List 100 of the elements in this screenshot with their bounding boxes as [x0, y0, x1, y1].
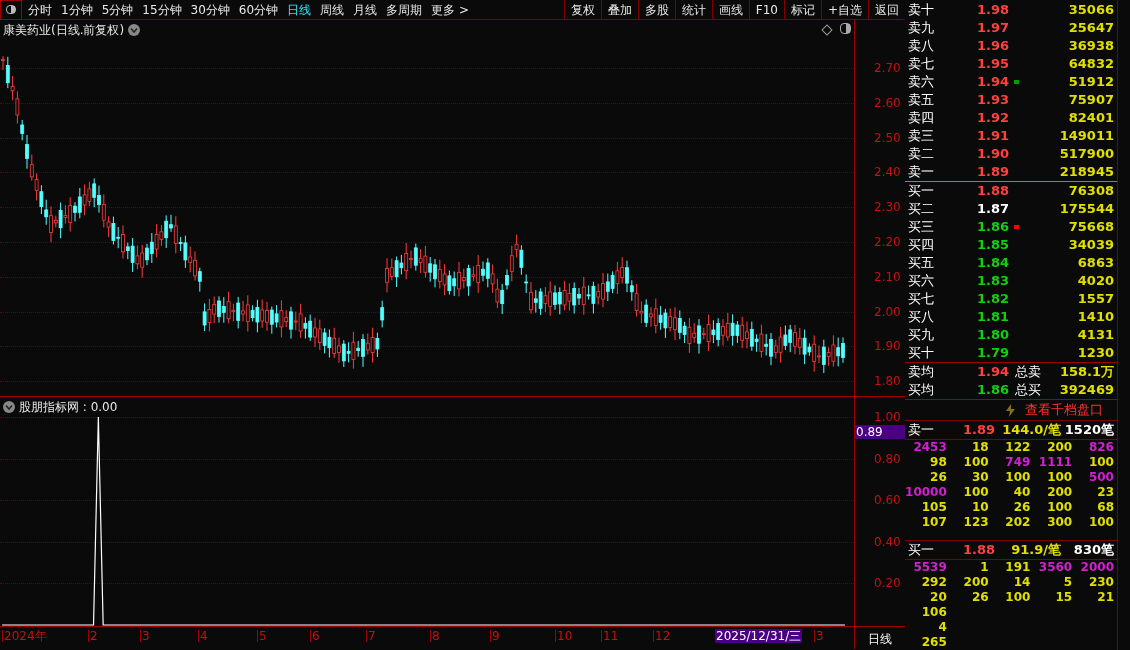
order-size: 1	[979, 560, 989, 575]
average-price: 1.94	[975, 363, 1009, 382]
order-size: 26	[970, 590, 989, 605]
level-price: 1.93	[975, 91, 1009, 110]
toolbar-button[interactable]: F10	[748, 0, 784, 19]
chart-title: 康美药业(日线.前复权)	[3, 22, 125, 39]
period-tab[interactable]: 1分钟	[61, 0, 93, 19]
order-size: 826	[1087, 440, 1114, 455]
level-price: 1.94	[975, 73, 1009, 92]
order-size: 26	[1012, 500, 1031, 515]
period-tab[interactable]: 月线	[353, 0, 378, 19]
level-label: 买三	[907, 218, 935, 237]
period-tab[interactable]: 15分钟	[142, 0, 182, 19]
thousand-book-button[interactable]: 查看千档盘口	[1025, 400, 1103, 420]
level-volume: 75668	[1068, 218, 1115, 237]
order-size: 100	[1046, 470, 1073, 485]
order-size: 2000	[1079, 560, 1114, 575]
price-axis-label: 2.70	[874, 62, 901, 74]
period-tab[interactable]: 周线	[320, 0, 345, 19]
order-size: 292	[920, 575, 947, 590]
level-price: 1.97	[975, 19, 1009, 38]
panel-toggle-icon[interactable]	[0, 0, 22, 20]
panel-toggle-icon[interactable]	[840, 23, 851, 34]
order-size: 200	[1046, 485, 1073, 500]
order-size: 4	[937, 620, 947, 635]
indicator-title: 股朋指标网 : 0.00	[19, 399, 118, 416]
level-label: 买十	[907, 344, 935, 363]
order-size: 10000	[905, 485, 947, 500]
order-size: 26	[929, 470, 947, 485]
total-value: 158.1万	[1059, 363, 1115, 382]
price-axis-label: 1.80	[874, 375, 901, 388]
level-label: 买七	[907, 290, 935, 309]
period-tab[interactable]: 30分钟	[190, 0, 230, 19]
level-label: 买六	[907, 272, 935, 291]
toolbar-button[interactable]: +自选	[820, 0, 868, 19]
level-volume: 34039	[1068, 236, 1115, 255]
dropdown-icon[interactable]	[128, 24, 141, 36]
price-axis-label: 2.50	[874, 131, 901, 144]
price-axis-label: 2.60	[874, 96, 901, 109]
price-axis-label: 2.00	[874, 305, 901, 318]
indicator-axis-label: 0.80	[874, 452, 901, 465]
level-volume: 175544	[1059, 200, 1115, 219]
dropdown-icon[interactable]	[3, 401, 15, 413]
average-per-order: 91.9/笔	[1010, 541, 1061, 560]
order-size: 300	[1046, 515, 1073, 530]
toolbar-button[interactable]: 复权	[563, 0, 601, 19]
toolbar-button[interactable]: 叠加	[600, 0, 638, 19]
average-per-order: 144.0/笔	[1001, 421, 1061, 440]
level-label: 卖四	[907, 109, 935, 128]
order-size: 40	[1012, 485, 1031, 500]
level-label: 卖一	[907, 163, 935, 182]
level-volume: 218945	[1059, 163, 1115, 182]
level-volume: 1557	[1077, 290, 1115, 309]
level-label: 买九	[907, 326, 935, 345]
order-size: 100	[1087, 515, 1114, 530]
price-axis-label: 2.40	[874, 166, 901, 179]
level-label: 卖六	[907, 73, 935, 92]
level-volume: 76308	[1068, 182, 1115, 201]
total-label: 总卖	[1015, 363, 1041, 382]
order-size: 100	[1046, 500, 1073, 515]
section-price: 1.88	[961, 541, 995, 560]
order-size: 191	[1004, 560, 1031, 575]
level-volume: 25647	[1068, 19, 1115, 38]
level-price: 1.98	[975, 1, 1009, 20]
toolbar-button[interactable]: 返回	[868, 0, 905, 19]
date-axis-label: 2024年	[2, 630, 47, 642]
level-volume: 4131	[1077, 326, 1115, 345]
order-size: 200	[962, 575, 989, 590]
period-tab[interactable]: 5分钟	[101, 0, 134, 19]
level-volume: 1410	[1077, 308, 1115, 327]
period-tab[interactable]: 分时	[28, 0, 52, 19]
toolbar-button[interactable]: 统计	[674, 0, 712, 19]
order-size: 265	[920, 635, 947, 650]
period-tab[interactable]: 更多 >	[431, 0, 469, 19]
period-tab[interactable]: 日线	[287, 0, 312, 19]
level-label: 买二	[907, 200, 935, 219]
period-tab[interactable]: 60分钟	[238, 0, 279, 19]
period-tab[interactable]: 多周期	[386, 0, 423, 19]
indicator-axis-label: 0.20	[874, 577, 901, 590]
level-label: 买八	[907, 308, 935, 327]
toolbar-button[interactable]: 多股	[637, 0, 675, 19]
order-size: 100	[1004, 590, 1031, 605]
level-label: 卖二	[907, 145, 935, 164]
average-label: 卖均	[907, 363, 935, 382]
order-size: 15	[1054, 590, 1073, 605]
indicator-axis-label: 1.00	[874, 411, 901, 423]
order-size: 100	[962, 485, 989, 500]
toolbar-button[interactable]: 画线	[711, 0, 749, 19]
toolbar-button[interactable]: 标记	[783, 0, 821, 19]
order-size: 122	[1004, 440, 1031, 455]
period-label: 日线	[867, 631, 893, 648]
level-volume: 1230	[1077, 344, 1115, 363]
order-size: 107	[920, 515, 947, 530]
price-axis-label: 2.10	[874, 270, 901, 283]
level-label: 卖七	[907, 55, 935, 74]
indicator-axis-label: 0.60	[874, 494, 901, 507]
order-count: 830笔	[1073, 541, 1115, 560]
level-volume: 149011	[1059, 127, 1115, 146]
order-size: 123	[962, 515, 989, 530]
date-axis-label: 10	[555, 630, 573, 642]
